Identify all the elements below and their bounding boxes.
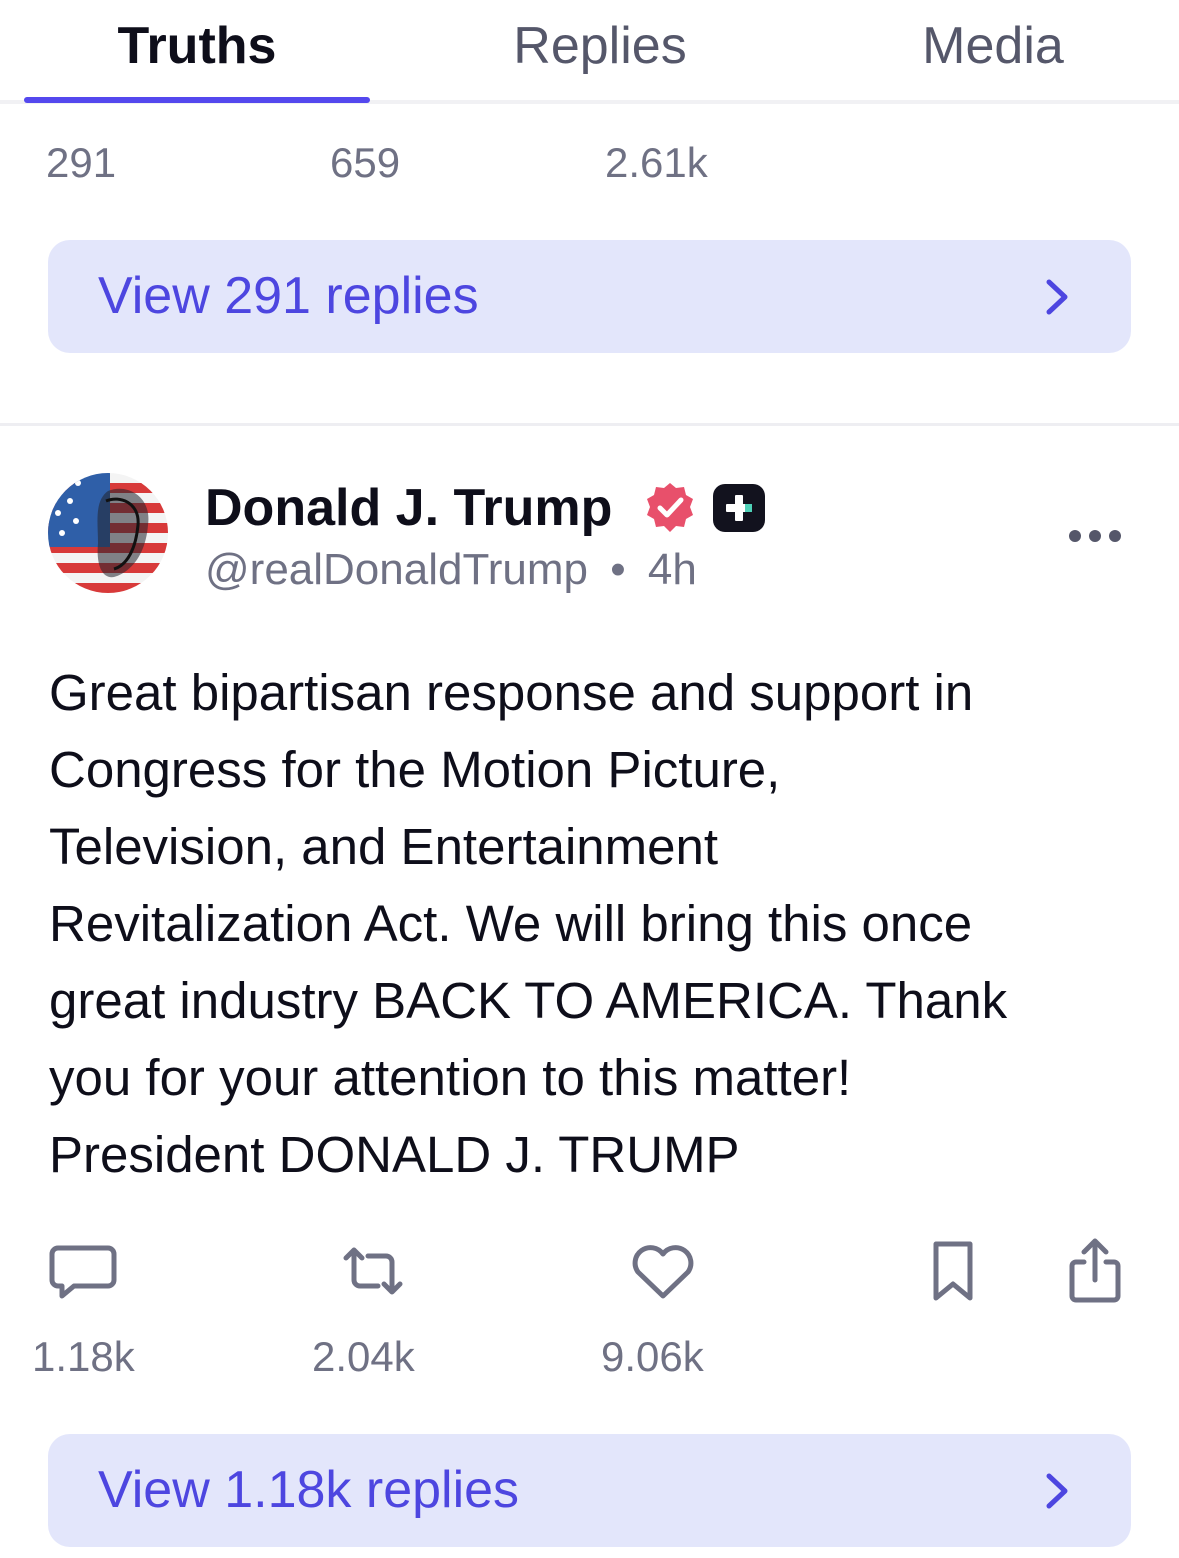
previous-like-count: 2.61k xyxy=(605,139,708,186)
meta-separator: • xyxy=(610,545,626,594)
bookmark-icon[interactable] xyxy=(918,1236,988,1306)
avatar[interactable] xyxy=(48,473,168,593)
like-icon[interactable] xyxy=(628,1236,698,1306)
view-replies-button[interactable]: View 291 replies xyxy=(48,240,1131,353)
view-replies-label: View 291 replies xyxy=(98,267,479,325)
share-icon[interactable] xyxy=(1060,1236,1130,1306)
reply-icon[interactable] xyxy=(48,1236,118,1306)
reply-count: 1.18k xyxy=(32,1333,135,1380)
view-replies-button[interactable]: View 1.18k replies xyxy=(48,1434,1131,1547)
previous-retruth-count: 659 xyxy=(330,139,401,186)
tab-truths[interactable]: Truths xyxy=(24,14,370,78)
tab-media[interactable]: Media xyxy=(830,14,1156,78)
retruth-count: 2.04k xyxy=(312,1333,415,1380)
author-handle[interactable]: @realDonaldTrump xyxy=(205,545,588,594)
author-handle-row: @realDonaldTrump • 4h xyxy=(205,542,697,598)
more-options-icon[interactable] xyxy=(1066,524,1124,548)
chevron-right-icon xyxy=(1046,279,1068,315)
post-content: Great bipartisan response and support in… xyxy=(49,664,1008,1183)
truth-plus-icon xyxy=(713,484,765,532)
view-replies-label: View 1.18k replies xyxy=(98,1461,520,1519)
active-tab-indicator xyxy=(24,97,370,103)
post-time: 4h xyxy=(647,545,697,594)
post-divider xyxy=(0,423,1179,426)
author-display-name[interactable]: Donald J. Trump xyxy=(205,478,612,538)
profile-tabs: Truths Replies Media xyxy=(0,0,1179,104)
chevron-right-icon xyxy=(1046,1473,1068,1509)
retruth-icon[interactable] xyxy=(338,1236,408,1306)
previous-reply-count: 291 xyxy=(46,139,117,186)
tab-replies[interactable]: Replies xyxy=(400,14,800,78)
verified-badge-icon xyxy=(647,483,693,532)
like-count: 9.06k xyxy=(601,1333,704,1380)
avatar-image xyxy=(48,473,168,593)
